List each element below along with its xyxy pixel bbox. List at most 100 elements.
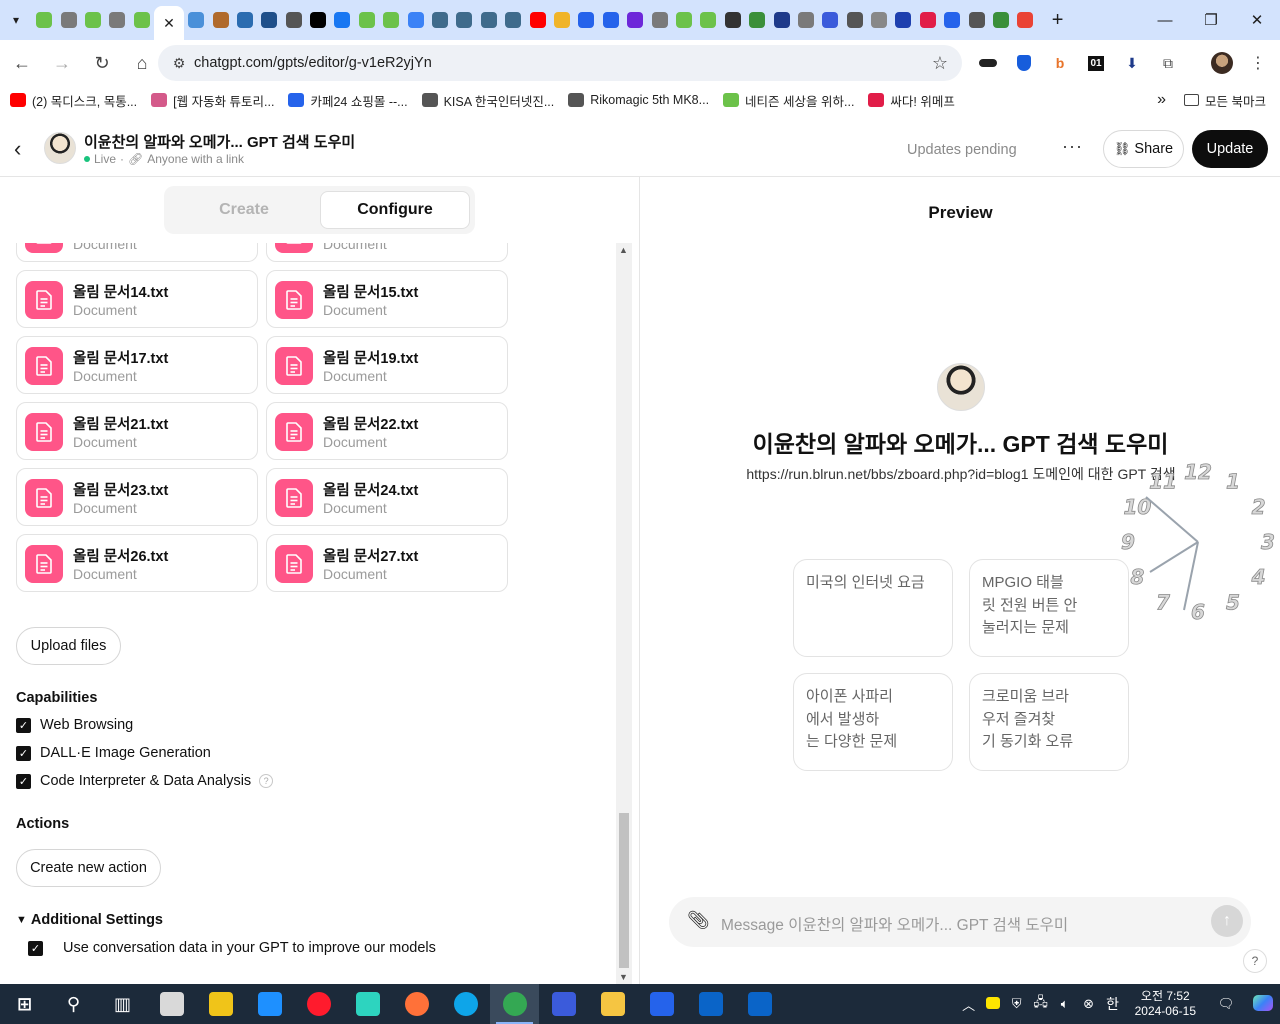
mute-x-icon[interactable]: ⊗	[1077, 996, 1101, 1012]
create-new-action-button[interactable]: Create new action	[16, 849, 161, 887]
browser-tab[interactable]	[452, 0, 476, 40]
chrome-menu-icon[interactable]: ⋮	[1243, 48, 1273, 78]
browser-tab[interactable]	[306, 0, 330, 40]
browser-tab[interactable]	[647, 0, 671, 40]
browser-tab[interactable]	[330, 0, 354, 40]
bookmark-item[interactable]: 카페24 쇼핑몰 --...	[288, 91, 408, 110]
browser-tab[interactable]	[696, 0, 720, 40]
capability-checkbox[interactable]: ✓ Code Interpreter & Data Analysis?	[16, 773, 274, 789]
taskbar-app[interactable]: ⚲	[49, 984, 98, 1024]
suggestion-card-3[interactable]: 아이폰 사파리 에서 발생하 는 다양한 문제	[793, 673, 953, 771]
bookmark-item[interactable]: Rikomagic 5th MK8...	[568, 93, 709, 107]
browser-tab[interactable]	[233, 0, 257, 40]
tab-search-chevron-icon[interactable]: ▾	[0, 0, 32, 40]
browser-tab[interactable]	[916, 0, 940, 40]
taskbar-app[interactable]	[343, 984, 392, 1024]
taskbar-app[interactable]	[196, 984, 245, 1024]
knowledge-file-card[interactable]: 올림 문서14.txt Document	[16, 270, 258, 328]
taskbar-app[interactable]	[294, 984, 343, 1024]
knowledge-file-card[interactable]: 올림 문서27.txt Document	[266, 534, 508, 592]
browser-tab[interactable]	[721, 0, 745, 40]
browser-tab[interactable]	[794, 0, 818, 40]
glasses-extension-icon[interactable]	[973, 48, 1003, 78]
browser-tab[interactable]	[355, 0, 379, 40]
paperclip-icon[interactable]: 📎︎	[687, 910, 710, 931]
browser-tab[interactable]	[130, 0, 154, 40]
checkbox-checked-icon[interactable]: ✓	[16, 717, 31, 733]
knowledge-file-card[interactable]: 올림 문서15.txt Document	[266, 270, 508, 328]
bookmarks-overflow-icon[interactable]: »	[1157, 91, 1166, 109]
back-icon[interactable]: ←	[4, 45, 40, 81]
message-input[interactable]: Message 이윤찬의 알파와 오메가... GPT 검색 도우미	[721, 913, 1068, 935]
ime-indicator[interactable]: 한	[1101, 994, 1125, 1014]
all-bookmarks-folder[interactable]: 모든 북마크	[1184, 91, 1266, 110]
profile-avatar[interactable]	[1207, 48, 1237, 78]
knowledge-file-card[interactable]: 올림 문서19.txt Document	[266, 336, 508, 394]
url-text[interactable]: chatgpt.com/gpts/editor/g-v1eR2yjYn	[194, 55, 432, 71]
browser-tab[interactable]	[672, 0, 696, 40]
browser-tab[interactable]	[56, 0, 80, 40]
suggestion-card-4[interactable]: 크로미움 브라 우저 즐겨찾 기 동기화 오류	[969, 673, 1129, 771]
bookmark-item[interactable]: KISA 한국인터넷진...	[421, 91, 554, 110]
browser-tab[interactable]: ✕	[153, 6, 184, 40]
browser-tab[interactable]	[501, 0, 525, 40]
capability-checkbox[interactable]: ✓ DALL·E Image Generation	[16, 745, 211, 761]
bookmark-item[interactable]: (2) 목디스크, 목통...	[10, 91, 137, 110]
scroll-up-icon[interactable]: ▲	[619, 245, 628, 255]
taskbar-app[interactable]	[686, 984, 735, 1024]
security-tray-icon[interactable]: ⛨	[1005, 996, 1029, 1012]
browser-tab[interactable]	[208, 0, 232, 40]
copilot-icon[interactable]	[1246, 994, 1280, 1014]
taskbar-app[interactable]: ▥	[98, 984, 147, 1024]
restore-icon[interactable]: ❐	[1188, 0, 1234, 40]
forward-icon[interactable]: →	[44, 45, 80, 81]
tray-overflow-chevron-icon[interactable]: ︿	[957, 995, 981, 1014]
close-window-icon[interactable]: ✕	[1234, 0, 1280, 40]
taskbar-app[interactable]	[147, 984, 196, 1024]
knowledge-file-card[interactable]: 올림 문서17.txt Document	[16, 336, 258, 394]
bookmark-item[interactable]: 싸다! 위메프	[868, 91, 955, 110]
browser-tab[interactable]	[989, 0, 1013, 40]
knowledge-file-card[interactable]: 올림 문서26.txt Document	[16, 534, 258, 592]
knowledge-file-card[interactable]: 올림 문서22.txt Document	[266, 402, 508, 460]
bookmark-star-icon[interactable]: ☆	[932, 53, 948, 74]
browser-tab[interactable]	[867, 0, 891, 40]
01-extension-icon[interactable]: 01	[1081, 48, 1111, 78]
browser-tab[interactable]	[105, 0, 129, 40]
checkbox-checked-icon[interactable]: ✓	[28, 940, 43, 956]
browser-tab[interactable]	[477, 0, 501, 40]
scroll-down-icon[interactable]: ▼	[619, 972, 628, 982]
extensions-puzzle-icon[interactable]: ⧉	[1153, 48, 1183, 78]
browser-tab[interactable]	[81, 0, 105, 40]
download-extension-icon[interactable]: ⬇	[1117, 48, 1147, 78]
browser-tab[interactable]	[525, 0, 549, 40]
address-bar[interactable]: ⚙ chatgpt.com/gpts/editor/g-v1eR2yjYn ☆	[158, 45, 962, 81]
kakaotalk-tray-icon[interactable]	[981, 996, 1005, 1012]
bitwarden-icon[interactable]	[1009, 48, 1039, 78]
browser-tab[interactable]	[745, 0, 769, 40]
update-button[interactable]: Update	[1192, 130, 1268, 168]
browser-tab[interactable]	[184, 0, 208, 40]
taskbar-app[interactable]	[490, 984, 539, 1024]
taskbar-app[interactable]	[637, 984, 686, 1024]
browser-tab[interactable]	[379, 0, 403, 40]
configure-scrollbar[interactable]: ▲ ▼	[616, 243, 632, 984]
browser-tab[interactable]	[574, 0, 598, 40]
browser-tab[interactable]	[550, 0, 574, 40]
capability-checkbox[interactable]: ✓ Web Browsing	[16, 717, 133, 733]
taskbar-app[interactable]	[735, 984, 784, 1024]
taskbar-app[interactable]	[392, 984, 441, 1024]
taskbar-app[interactable]: ⊞	[0, 984, 49, 1024]
suggestion-card-1[interactable]: 미국의 인터넷 요금	[793, 559, 953, 657]
browser-tab[interactable]	[769, 0, 793, 40]
help-circle-icon[interactable]: ?	[259, 774, 274, 788]
help-icon[interactable]: ?	[1243, 949, 1267, 973]
knowledge-file-card[interactable]: 올림 문서24.txt Document	[266, 468, 508, 526]
taskbar-clock[interactable]: 오전 7:52 2024-06-15	[1135, 989, 1196, 1019]
knowledge-file-card[interactable]: 올림 문서12.txtDocument	[266, 243, 508, 262]
volume-icon[interactable]: 🔈︎	[1053, 996, 1077, 1012]
knowledge-file-card[interactable]: 올림 문서21.txt Document	[16, 402, 258, 460]
minimize-icon[interactable]: —	[1142, 0, 1188, 40]
browser-tab[interactable]	[599, 0, 623, 40]
knowledge-file-card[interactable]: 올림 문서11.txtDocument	[16, 243, 258, 262]
